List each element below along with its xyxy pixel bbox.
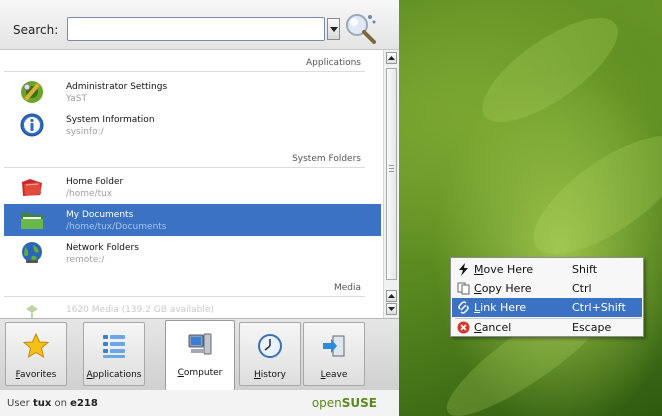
computer-icon [188, 333, 212, 355]
shortcut: Ctrl+Shift [572, 301, 626, 314]
tab-computer[interactable]: Computer [165, 320, 235, 390]
item-subtitle: sysinfo:/ [66, 127, 104, 137]
star-icon [23, 333, 49, 359]
item-title: 1620 Media (139.2 GB available) [66, 305, 214, 315]
copy-icon [457, 282, 470, 295]
divider [4, 71, 365, 72]
list-item-administrator-settings[interactable]: Administrator Settings YaST [4, 76, 381, 108]
chevron-down-icon [330, 27, 338, 32]
media-icon [26, 305, 38, 318]
item-subtitle: remote:/ [66, 255, 105, 265]
tab-leave[interactable]: Leave [303, 322, 365, 386]
item-title: My Documents [66, 210, 134, 220]
leave-icon [323, 335, 345, 357]
search-history-dropdown-button[interactable] [327, 18, 340, 40]
tab-bar: Favorites Applications Computer History … [0, 318, 399, 390]
item-title: Administrator Settings [66, 82, 168, 92]
tab-history[interactable]: History [239, 322, 301, 386]
arrow-up-icon [388, 56, 395, 60]
documents-folder-icon [21, 213, 43, 229]
arrow-up-icon [388, 294, 395, 298]
home-folder-icon [22, 179, 42, 196]
item-subtitle: YaST [66, 94, 87, 104]
shortcut: Shift [572, 263, 598, 276]
move-icon [459, 263, 468, 276]
tab-label: Applications [86, 370, 142, 380]
item-subtitle: /home/tux/Documents [66, 222, 167, 232]
opensuse-logo: openSUSE [311, 396, 377, 410]
menu-item-move-here[interactable]: Move Here Shift [452, 260, 642, 279]
applications-list-icon [103, 335, 125, 358]
shortcut: Escape [572, 321, 612, 334]
link-icon [458, 301, 469, 314]
divider [4, 296, 365, 297]
list-item-my-documents[interactable]: My Documents /home/tux/Documents [4, 204, 381, 236]
scroll-up-button-lower[interactable] [386, 290, 397, 302]
arrow-down-icon [388, 307, 395, 311]
list-scrollbar[interactable] [383, 50, 399, 318]
tab-label: Favorites [15, 370, 57, 380]
cancel-icon [457, 321, 470, 334]
tab-label: History [253, 370, 287, 380]
section-header-media: Media [333, 283, 361, 293]
tab-favorites[interactable]: Favorites [5, 322, 67, 386]
footer: User tux on e218 openSUSE [0, 390, 399, 416]
list-item-media-drive[interactable]: 1620 Media (139.2 GB available) [4, 300, 381, 318]
menu-item-copy-here[interactable]: Copy Here Ctrl [452, 279, 642, 298]
tab-applications[interactable]: Applications [83, 322, 145, 386]
item-title: System Information [66, 115, 155, 125]
tab-label: Leave [320, 370, 348, 380]
shortcut: Ctrl [572, 282, 592, 295]
drop-context-menu: Move Here Shift Copy Here Ctrl Link Here… [450, 257, 644, 337]
scroll-down-button[interactable] [386, 303, 397, 315]
scroll-thumb[interactable] [386, 68, 397, 280]
item-title: Network Folders [66, 243, 139, 253]
network-icon [22, 242, 42, 263]
yast-icon [21, 81, 43, 103]
menu-item-link-here[interactable]: Link Here Ctrl+Shift [452, 298, 642, 317]
list-item-network-folders[interactable]: Network Folders remote:/ [4, 237, 381, 269]
kickoff-menu: Search: Applications Administrator Setti… [0, 0, 399, 416]
search-label: Search: [13, 23, 59, 37]
info-icon [20, 113, 44, 137]
section-header-system-folders: System Folders [292, 154, 361, 164]
section-header-applications: Applications [306, 58, 361, 68]
item-title: Home Folder [66, 177, 124, 187]
list-item-system-information[interactable]: System Information sysinfo:/ [4, 109, 381, 141]
search-icon [343, 10, 379, 49]
divider [4, 167, 365, 168]
computer-view-list: Applications Administrator Settings YaST… [0, 50, 383, 318]
search-bar: Search: [0, 0, 399, 50]
search-input[interactable] [67, 17, 325, 41]
list-item-home-folder[interactable]: Home Folder /home/tux [4, 171, 381, 203]
scroll-up-button[interactable] [386, 52, 397, 64]
item-subtitle: /home/tux [66, 189, 113, 199]
tab-label: Computer [177, 368, 223, 378]
menu-item-cancel[interactable]: Cancel Escape [452, 318, 642, 337]
user-info: User tux on e218 [7, 398, 98, 409]
clock-icon [258, 334, 282, 358]
